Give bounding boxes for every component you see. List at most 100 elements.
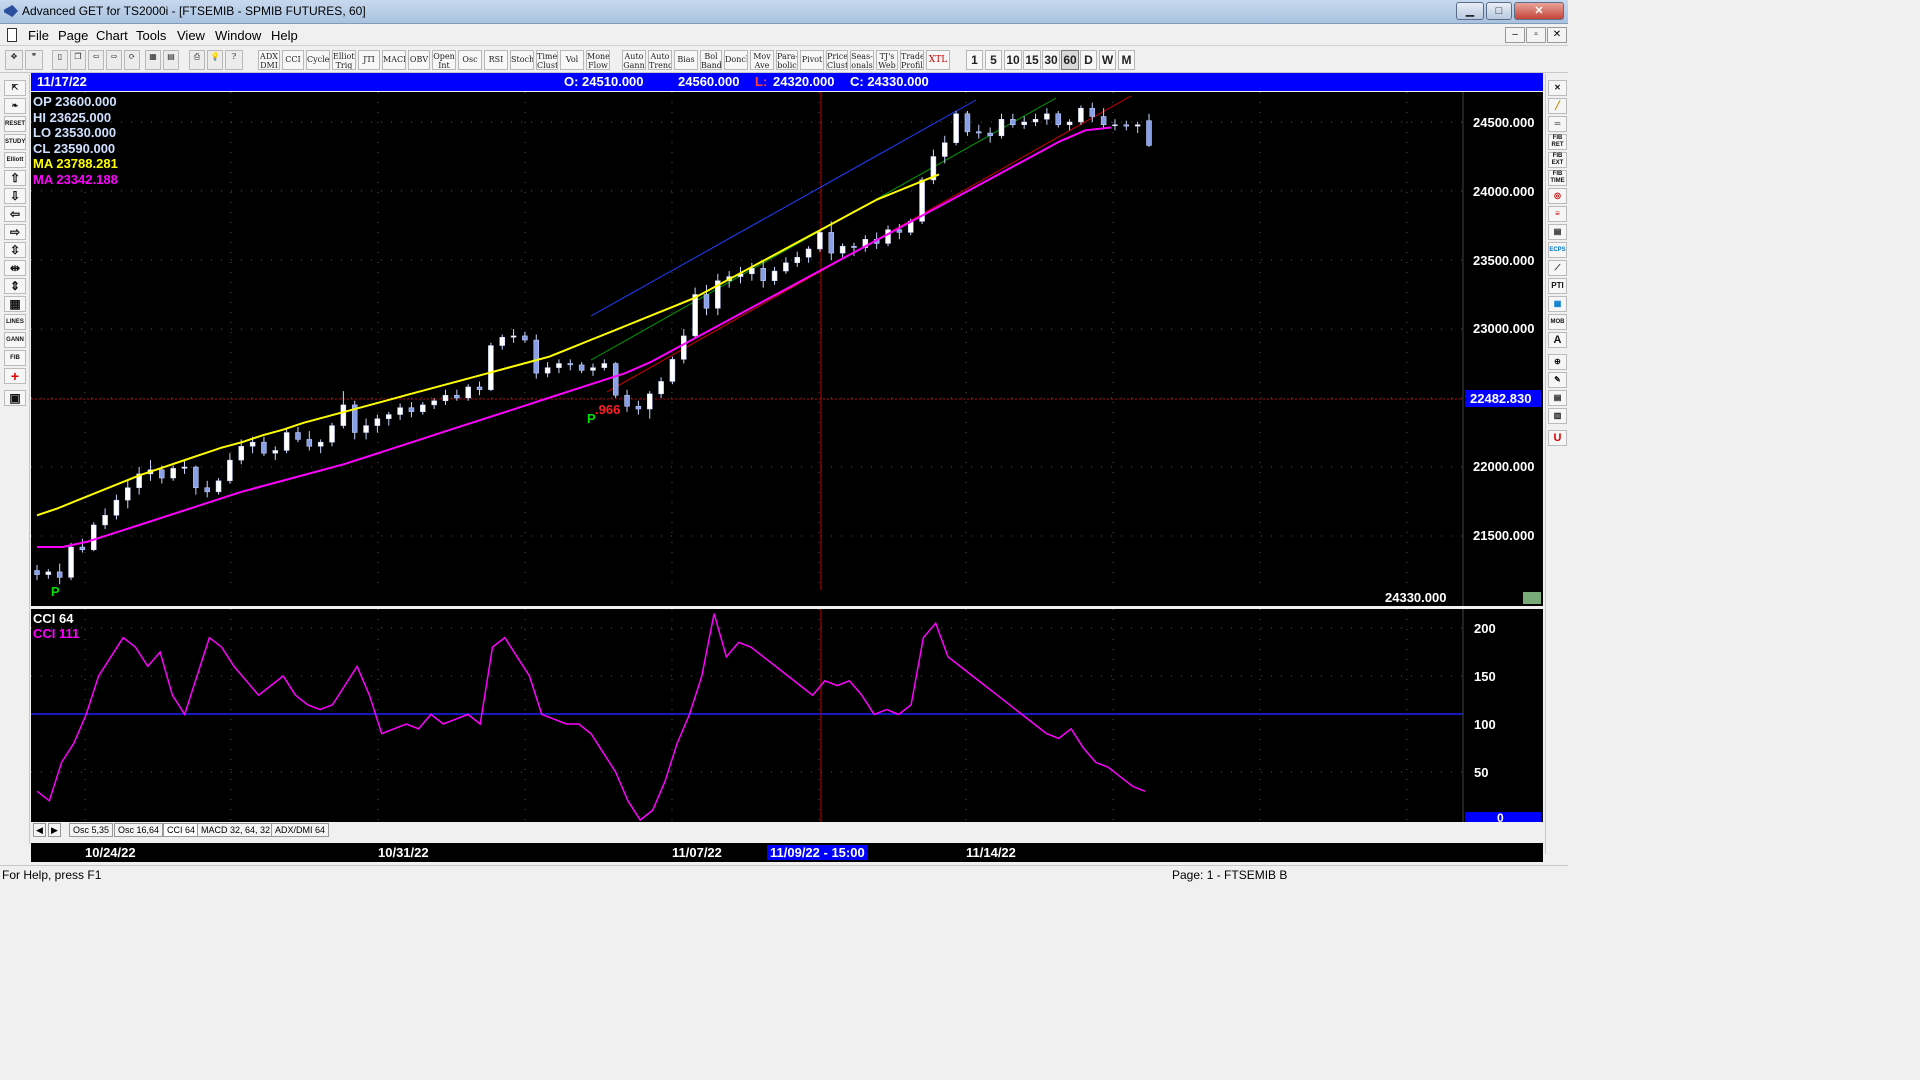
- timeframe-60-button[interactable]: 60: [1061, 50, 1079, 70]
- trend-tool-icon[interactable]: ⟋: [1548, 260, 1567, 276]
- timeframe-5-button[interactable]: 5: [985, 50, 1002, 70]
- study-auto-trend-button[interactable]: Auto Trend: [648, 50, 672, 70]
- tab-osc-5-35[interactable]: Osc 5,35: [69, 823, 114, 837]
- study-trade-profile-button[interactable]: Trade Profile: [900, 50, 924, 70]
- lines-tool-button[interactable]: LINES: [4, 314, 26, 330]
- fan-lines-icon[interactable]: ≡: [1548, 206, 1567, 222]
- channel-icon[interactable]: ▤: [1548, 224, 1567, 240]
- study-donch-button[interactable]: Donch: [724, 50, 748, 70]
- target-icon[interactable]: ◎: [1548, 188, 1567, 204]
- study-seasonals-button[interactable]: Seas-onals: [850, 50, 874, 70]
- timeframe-10-button[interactable]: 10: [1004, 50, 1022, 70]
- butterfly-tool-icon[interactable]: ❧: [4, 98, 26, 114]
- forward-icon[interactable]: ⇨: [106, 50, 122, 70]
- mdi-minimize-button[interactable]: –: [1505, 27, 1525, 43]
- zoom-icon[interactable]: ⊕: [1548, 354, 1567, 370]
- timeframe-1-button[interactable]: 1: [966, 50, 983, 70]
- text-tool-icon[interactable]: A: [1548, 332, 1567, 348]
- study-cycles-button[interactable]: Cycles: [306, 50, 330, 70]
- draw-icon[interactable]: ✎: [1548, 372, 1567, 388]
- tab-osc-16-64[interactable]: Osc 16,64: [114, 823, 164, 837]
- help-pointer-icon[interactable]: ❞: [25, 50, 43, 70]
- tab-macd[interactable]: MACD 32, 64, 32: [197, 823, 275, 837]
- mob-button[interactable]: MOB: [1548, 314, 1567, 330]
- elliott-tool-button[interactable]: Elliott: [4, 152, 26, 168]
- study-auto-gann-button[interactable]: Auto Gann: [622, 50, 646, 70]
- mdi-close-button[interactable]: ✕: [1547, 27, 1567, 43]
- fib-tool-button[interactable]: FIB: [4, 350, 26, 366]
- study-tjs-web-button[interactable]: TJ's Web: [876, 50, 898, 70]
- ecps-button[interactable]: ECPS: [1548, 242, 1567, 258]
- arrow-up-icon[interactable]: ⇧: [4, 170, 26, 186]
- arrow-right-icon[interactable]: ⇨: [4, 224, 26, 240]
- study-open-int-button[interactable]: Open Int: [432, 50, 456, 70]
- timeframe-weekly-button[interactable]: W: [1099, 50, 1116, 70]
- study-parabolic-button[interactable]: Para-bolic: [776, 50, 798, 70]
- price-chart-pane[interactable]: 24500.000 24000.000 23500.000 23000.000 …: [31, 92, 1543, 606]
- study-tool-button[interactable]: STUDY: [4, 134, 26, 150]
- close-button[interactable]: ✕: [1514, 2, 1564, 20]
- study-price-clust-button[interactable]: Price Clust: [826, 50, 848, 70]
- grid-overlay-icon[interactable]: ▦: [1548, 296, 1567, 312]
- table-icon[interactable]: ▥: [1548, 408, 1567, 424]
- timeframe-monthly-button[interactable]: M: [1118, 50, 1135, 70]
- cci-pane[interactable]: 200 150 100 50 0 CCI 64 CCI 111: [31, 609, 1543, 825]
- study-pivot-button[interactable]: Pivot: [800, 50, 824, 70]
- fib-retracement-button[interactable]: FIB RET: [1548, 134, 1567, 150]
- tab-cci-64[interactable]: CCI 64: [163, 823, 200, 837]
- copy-icon[interactable]: ❐: [70, 50, 86, 70]
- study-elliott-trig-button[interactable]: Elliott Trig: [332, 50, 356, 70]
- study-osc-button[interactable]: Osc: [458, 50, 482, 70]
- cci-chart[interactable]: 200 150 100 50 0 CCI 64 CCI 111: [31, 609, 1543, 825]
- open-tool-icon[interactable]: ⇱: [4, 80, 26, 96]
- pencil-line-icon[interactable]: ╱: [1548, 98, 1567, 114]
- context-help-icon[interactable]: ?: [225, 50, 243, 70]
- bulb-icon[interactable]: 💡: [207, 50, 223, 70]
- study-rsi-button[interactable]: RSI: [484, 50, 508, 70]
- tab-adx-dmi[interactable]: ADX/DMI 64: [271, 823, 330, 837]
- gann-tool-button[interactable]: GANN: [4, 332, 26, 348]
- study-adx-dmi-button[interactable]: ADX DMI: [258, 50, 280, 70]
- study-stoch-button[interactable]: Stoch: [510, 50, 534, 70]
- back-icon[interactable]: ⇦: [88, 50, 104, 70]
- parallel-lines-icon[interactable]: ═: [1548, 116, 1567, 132]
- timeframe-30-button[interactable]: 30: [1042, 50, 1060, 70]
- crosshair-icon[interactable]: +: [4, 368, 26, 384]
- calculator-icon[interactable]: ▣: [4, 390, 26, 406]
- new-page-icon[interactable]: ▯: [52, 50, 68, 70]
- refresh-icon[interactable]: ⟳: [124, 50, 140, 70]
- menu-chart[interactable]: Chart: [96, 28, 128, 43]
- menu-window[interactable]: Window: [215, 28, 261, 43]
- study-cci-button[interactable]: CCI: [282, 50, 304, 70]
- study-obv-button[interactable]: OBV: [408, 50, 430, 70]
- menu-help[interactable]: Help: [271, 28, 298, 43]
- menu-tools[interactable]: Tools: [136, 28, 166, 43]
- pti-button[interactable]: PTI: [1548, 278, 1567, 294]
- expand-vertical-icon[interactable]: ⇕: [4, 278, 26, 294]
- undo-icon[interactable]: U: [1548, 430, 1567, 446]
- grid-tool-icon[interactable]: ▦: [4, 296, 26, 312]
- delete-tool-icon[interactable]: ✕: [1548, 80, 1567, 96]
- menu-page[interactable]: Page: [58, 28, 88, 43]
- menu-view[interactable]: View: [177, 28, 205, 43]
- menu-file[interactable]: File: [28, 28, 49, 43]
- mdi-restore-button[interactable]: ▫: [1526, 27, 1546, 43]
- minimize-button[interactable]: ▁: [1456, 2, 1484, 20]
- timeframe-15-button[interactable]: 15: [1023, 50, 1041, 70]
- grid-icon[interactable]: ▦: [145, 50, 161, 70]
- tab-scroll-left-icon[interactable]: ◀: [33, 823, 46, 837]
- pointer-tool-icon[interactable]: ✥: [5, 50, 23, 70]
- reset-tool-button[interactable]: RESET: [4, 116, 26, 132]
- list-icon[interactable]: ▤: [1548, 390, 1567, 406]
- expand-horizontal-icon[interactable]: ⇹: [4, 260, 26, 276]
- fib-time-button[interactable]: FIB TIME: [1548, 170, 1567, 186]
- study-macd-button[interactable]: MACD: [382, 50, 406, 70]
- study-money-flow-button[interactable]: Money Flow: [586, 50, 610, 70]
- study-vol-button[interactable]: Vol: [560, 50, 584, 70]
- print-icon[interactable]: ⎙: [189, 50, 205, 70]
- study-xtl-button[interactable]: XTL: [926, 50, 950, 70]
- timeframe-daily-button[interactable]: D: [1080, 50, 1097, 70]
- study-bol-band-button[interactable]: Bol Band: [700, 50, 722, 70]
- tab-scroll-right-icon[interactable]: ▶: [48, 823, 61, 837]
- maximize-button[interactable]: □: [1486, 2, 1512, 20]
